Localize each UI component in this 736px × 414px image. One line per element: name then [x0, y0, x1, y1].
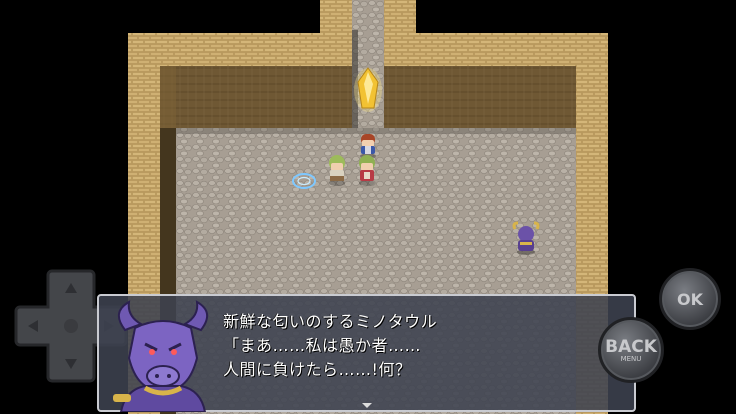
dialogue-line-3: 人間に負けたら……!何？ — [223, 360, 412, 379]
ok-button-label: OK — [677, 289, 703, 309]
minotaur-portrait — [113, 300, 208, 412]
room-wall-top-left — [128, 33, 352, 66]
wall-face-left — [160, 66, 352, 128]
companion-sprite-2 — [359, 155, 375, 186]
back-button-sublabel: MENU — [620, 355, 642, 363]
dialogue-box[interactable]: 新鮮な匂いのするミノタウル 「まあ……私は愚か者…… 人間に負けたら……!何？ — [97, 294, 636, 412]
back-button-label: BACK — [605, 337, 657, 357]
companion-sprite-1 — [329, 155, 345, 186]
back-button[interactable]: BACK MENU — [598, 317, 664, 383]
dialogue-line-speaker: 新鮮な匂いのするミノタウル — [223, 312, 438, 331]
wall-face-right — [384, 66, 576, 128]
continue-arrow-icon — [362, 403, 372, 408]
dialogue-line-2: 「まあ……私は愚か者…… — [223, 336, 422, 355]
ok-button[interactable]: OK — [659, 268, 721, 330]
crystal-icon[interactable] — [354, 67, 382, 112]
room-wall-top-right — [384, 33, 608, 66]
